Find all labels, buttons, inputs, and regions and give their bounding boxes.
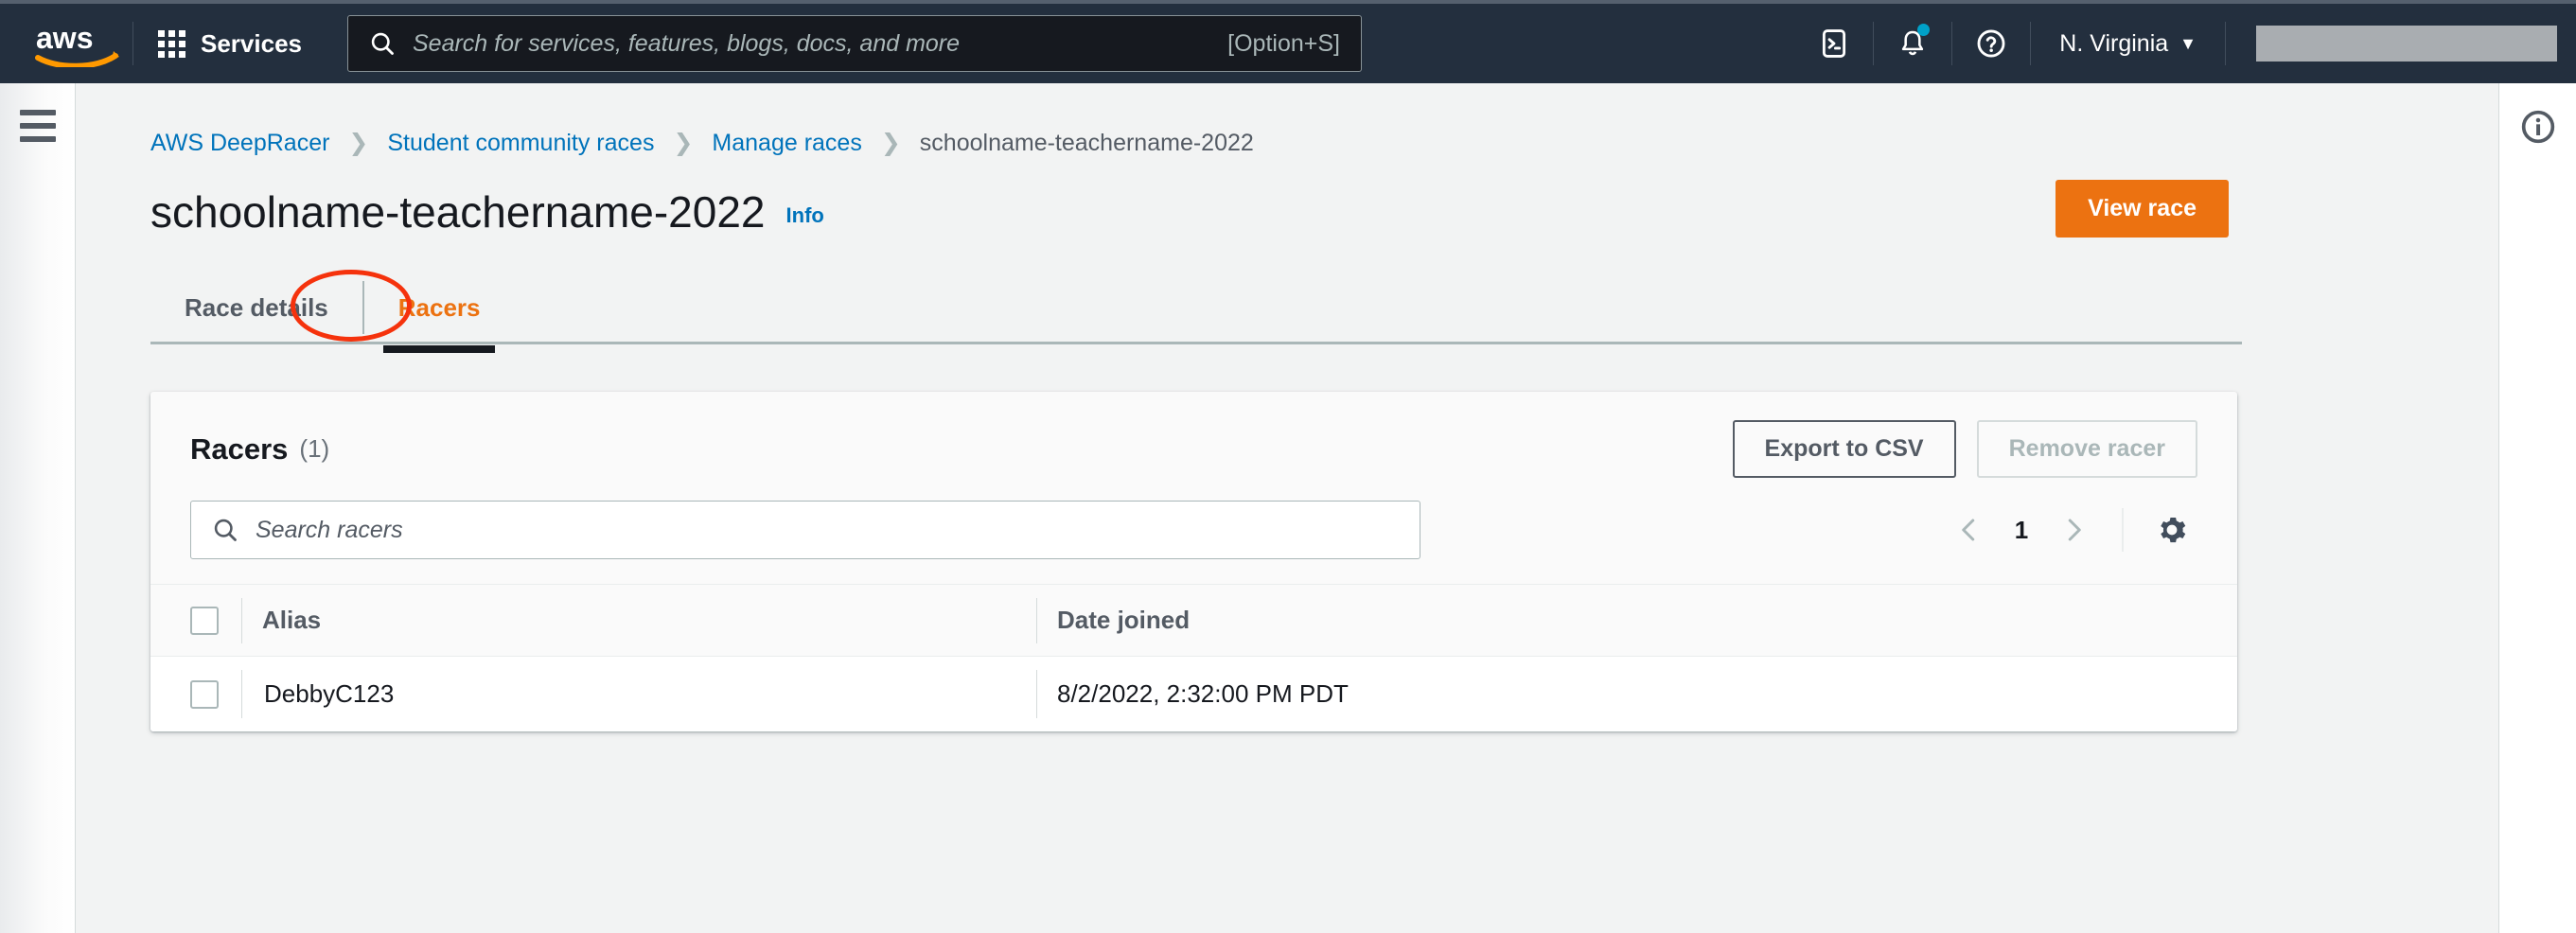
breadcrumb-item-current: schoolname-teachername-2022 (920, 130, 1254, 157)
search-icon (212, 517, 238, 543)
table-preferences-button[interactable] (2146, 504, 2197, 555)
tabs-container: Race details Racers (150, 273, 2242, 344)
search-racers-input[interactable]: Search racers (190, 501, 1420, 559)
services-menu-button[interactable]: Services (137, 15, 323, 72)
previous-page-button[interactable] (1944, 504, 1995, 555)
view-race-button[interactable]: View race (2056, 180, 2229, 238)
toolbar-divider (2122, 508, 2124, 552)
services-label: Services (201, 29, 302, 59)
breadcrumb-separator-icon: ❯ (348, 129, 368, 157)
search-icon (369, 30, 396, 57)
racers-count-badge: (1) (299, 434, 329, 464)
cloudshell-icon (1818, 27, 1850, 60)
nav-right-group: N. Virginia ▼ (1799, 4, 2576, 83)
breadcrumb-separator-icon: ❯ (673, 129, 693, 157)
racers-table: Alias Date joined DebbyC123 8/2/2022, 2:… (150, 584, 2237, 731)
table-header-row: Alias Date joined (150, 585, 2237, 657)
chevron-right-icon (2059, 516, 2088, 544)
tab-underline-rule (150, 342, 2242, 344)
top-navigation-bar: aws Services Search for services, featur… (0, 0, 2576, 83)
breadcrumb-separator-icon: ❯ (881, 129, 901, 157)
next-page-button[interactable] (2048, 504, 2099, 555)
svg-text:aws: aws (36, 21, 93, 55)
tab-list: Race details Racers (150, 273, 2242, 342)
table-row[interactable]: DebbyC123 8/2/2022, 2:32:00 PM PDT (150, 657, 2237, 732)
page-title: schoolname-teachername-2022 (150, 186, 766, 238)
notifications-button[interactable] (1878, 14, 1948, 73)
breadcrumb-item-student-community-races[interactable]: Student community races (387, 130, 654, 157)
main-content: AWS DeepRacer ❯ Student community races … (77, 83, 2498, 933)
hamburger-icon[interactable] (20, 110, 56, 142)
racers-table-body: DebbyC123 8/2/2022, 2:32:00 PM PDT (150, 657, 2237, 732)
breadcrumb-item-manage-races[interactable]: Manage races (712, 130, 861, 157)
help-button[interactable] (1956, 14, 2026, 73)
page-info-link[interactable]: Info (786, 203, 824, 228)
pagination-controls: 1 (1944, 504, 2197, 555)
question-circle-icon (1975, 27, 2007, 60)
region-selector[interactable]: N. Virginia ▼ (2035, 14, 2221, 73)
tab-racers[interactable]: Racers (364, 273, 515, 342)
aws-logo[interactable]: aws (26, 20, 129, 67)
nav-divider (2225, 22, 2226, 65)
cell-date-joined: 8/2/2022, 2:32:00 PM PDT (1057, 657, 2237, 732)
breadcrumb-item-aws-deepracer[interactable]: AWS DeepRacer (150, 130, 329, 157)
global-search-placeholder: Search for services, features, blogs, do… (413, 30, 1227, 58)
global-search-shortcut-hint: [Option+S] (1227, 30, 1340, 58)
chevron-left-icon (1955, 516, 1984, 544)
racers-card-actions: Export to CSV Remove racer (1733, 420, 2197, 478)
nav-divider (2030, 22, 2031, 65)
left-sidebar (0, 83, 76, 933)
row-checkbox[interactable] (190, 680, 219, 709)
grid-icon (158, 30, 185, 58)
cloudshell-button[interactable] (1799, 14, 1869, 73)
select-all-header (150, 585, 262, 657)
racers-card-title: Racers (190, 432, 288, 466)
cell-alias: DebbyC123 (262, 657, 1057, 732)
row-select-cell (150, 657, 262, 732)
export-to-csv-button[interactable]: Export to CSV (1733, 420, 1956, 478)
tab-race-details[interactable]: Race details (150, 273, 362, 342)
page-header: schoolname-teachername-2022 Info View ra… (150, 180, 2232, 238)
account-menu[interactable] (2256, 26, 2557, 62)
breadcrumb: AWS DeepRacer ❯ Student community races … (150, 129, 2498, 157)
racer-alias-text: DebbyC123 (262, 679, 394, 708)
info-circle-icon[interactable] (2517, 106, 2559, 148)
nav-divider (132, 22, 133, 65)
global-search-input[interactable]: Search for services, features, blogs, do… (347, 15, 1362, 72)
racers-card-toolbar: Search racers 1 (150, 491, 2237, 584)
region-label: N. Virginia (2059, 30, 2168, 58)
nav-divider (1873, 22, 1874, 65)
column-header-alias[interactable]: Alias (262, 585, 1057, 657)
column-header-date-joined[interactable]: Date joined (1057, 585, 2237, 657)
search-racers-placeholder: Search racers (256, 517, 403, 544)
select-all-checkbox[interactable] (190, 607, 219, 635)
pagination-page-number[interactable]: 1 (2003, 516, 2040, 545)
gear-icon (2156, 514, 2188, 546)
racers-card-header: Racers (1) Export to CSV Remove racer (150, 392, 2237, 491)
racers-card: Racers (1) Export to CSV Remove racer Se… (150, 392, 2237, 731)
remove-racer-button: Remove racer (1977, 420, 2197, 478)
nav-divider (1951, 22, 1952, 65)
right-help-panel (2498, 83, 2576, 933)
notification-indicator-dot (1917, 24, 1930, 36)
chevron-down-icon: ▼ (2179, 35, 2197, 52)
racers-table-header: Alias Date joined (150, 585, 2237, 657)
